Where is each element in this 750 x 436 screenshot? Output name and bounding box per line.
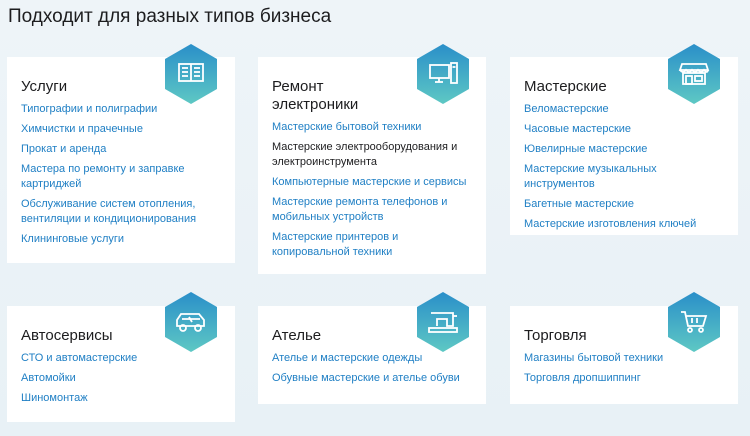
car-icon <box>165 292 217 352</box>
book-icon <box>165 44 217 104</box>
list-item[interactable]: Обувные мастерские и ателье обуви <box>272 371 472 386</box>
list-item[interactable]: Мастерские бытовой техники <box>272 120 472 135</box>
computer-icon <box>417 44 469 104</box>
list-item[interactable]: Типографии и полиграфии <box>21 102 221 117</box>
list-item[interactable]: Автомойки <box>21 371 221 386</box>
list-item[interactable]: Веломастерские <box>524 102 724 117</box>
sewing-machine-icon <box>417 292 469 352</box>
list-item[interactable]: Ателье и мастерские одежды <box>272 351 472 366</box>
card-list: СТО и автомастерские Автомойки Шиномонта… <box>21 351 221 406</box>
card-title: Ремонт электроники <box>272 78 359 113</box>
list-item[interactable]: Компьютерные мастерские и сервисы <box>272 175 472 190</box>
card-list: Мастерские бытовой техники Мастерские эл… <box>272 120 472 260</box>
list-item[interactable]: Багетные мастерские <box>524 197 724 212</box>
list-item[interactable]: Химчистки и прачечные <box>21 122 221 137</box>
list-item[interactable]: Мастерские принтеров и копировальной тех… <box>272 230 472 260</box>
list-item[interactable]: Магазины бытовой техники <box>524 351 724 366</box>
workshop-icon <box>668 44 720 104</box>
cart-icon <box>668 292 720 352</box>
list-item[interactable]: Прокат и аренда <box>21 142 221 157</box>
list-item[interactable]: Шиномонтаж <box>21 391 221 406</box>
list-item[interactable]: Мастерские музыкальных инструментов <box>524 162 724 192</box>
card-list: Типографии и полиграфии Химчистки и прач… <box>21 102 221 247</box>
list-item[interactable]: Мастера по ремонту и заправке картриджей <box>21 162 221 192</box>
list-item[interactable]: Торговля дропшиппинг <box>524 371 724 386</box>
list-item[interactable]: Ювелирные мастерские <box>524 142 724 157</box>
list-item[interactable]: Мастерские ремонта телефонов и мобильных… <box>272 195 472 225</box>
list-item[interactable]: Часовые мастерские <box>524 122 724 137</box>
list-item[interactable]: Клининговые услуги <box>21 232 221 247</box>
card-list: Веломастерские Часовые мастерские Ювелир… <box>524 102 724 232</box>
card-list: Магазины бытовой техники Торговля дропши… <box>524 351 724 386</box>
list-item[interactable]: Обслуживание систем отопления, вентиляци… <box>21 197 221 227</box>
list-item[interactable]: СТО и автомастерские <box>21 351 221 366</box>
list-item[interactable]: Мастерские изготовления ключей <box>524 217 724 232</box>
page-title: Подходит для разных типов бизнеса <box>8 6 332 27</box>
card-list: Ателье и мастерские одежды Обувные масте… <box>272 351 472 386</box>
list-item: Мастерские электрооборудования и электро… <box>272 141 458 168</box>
